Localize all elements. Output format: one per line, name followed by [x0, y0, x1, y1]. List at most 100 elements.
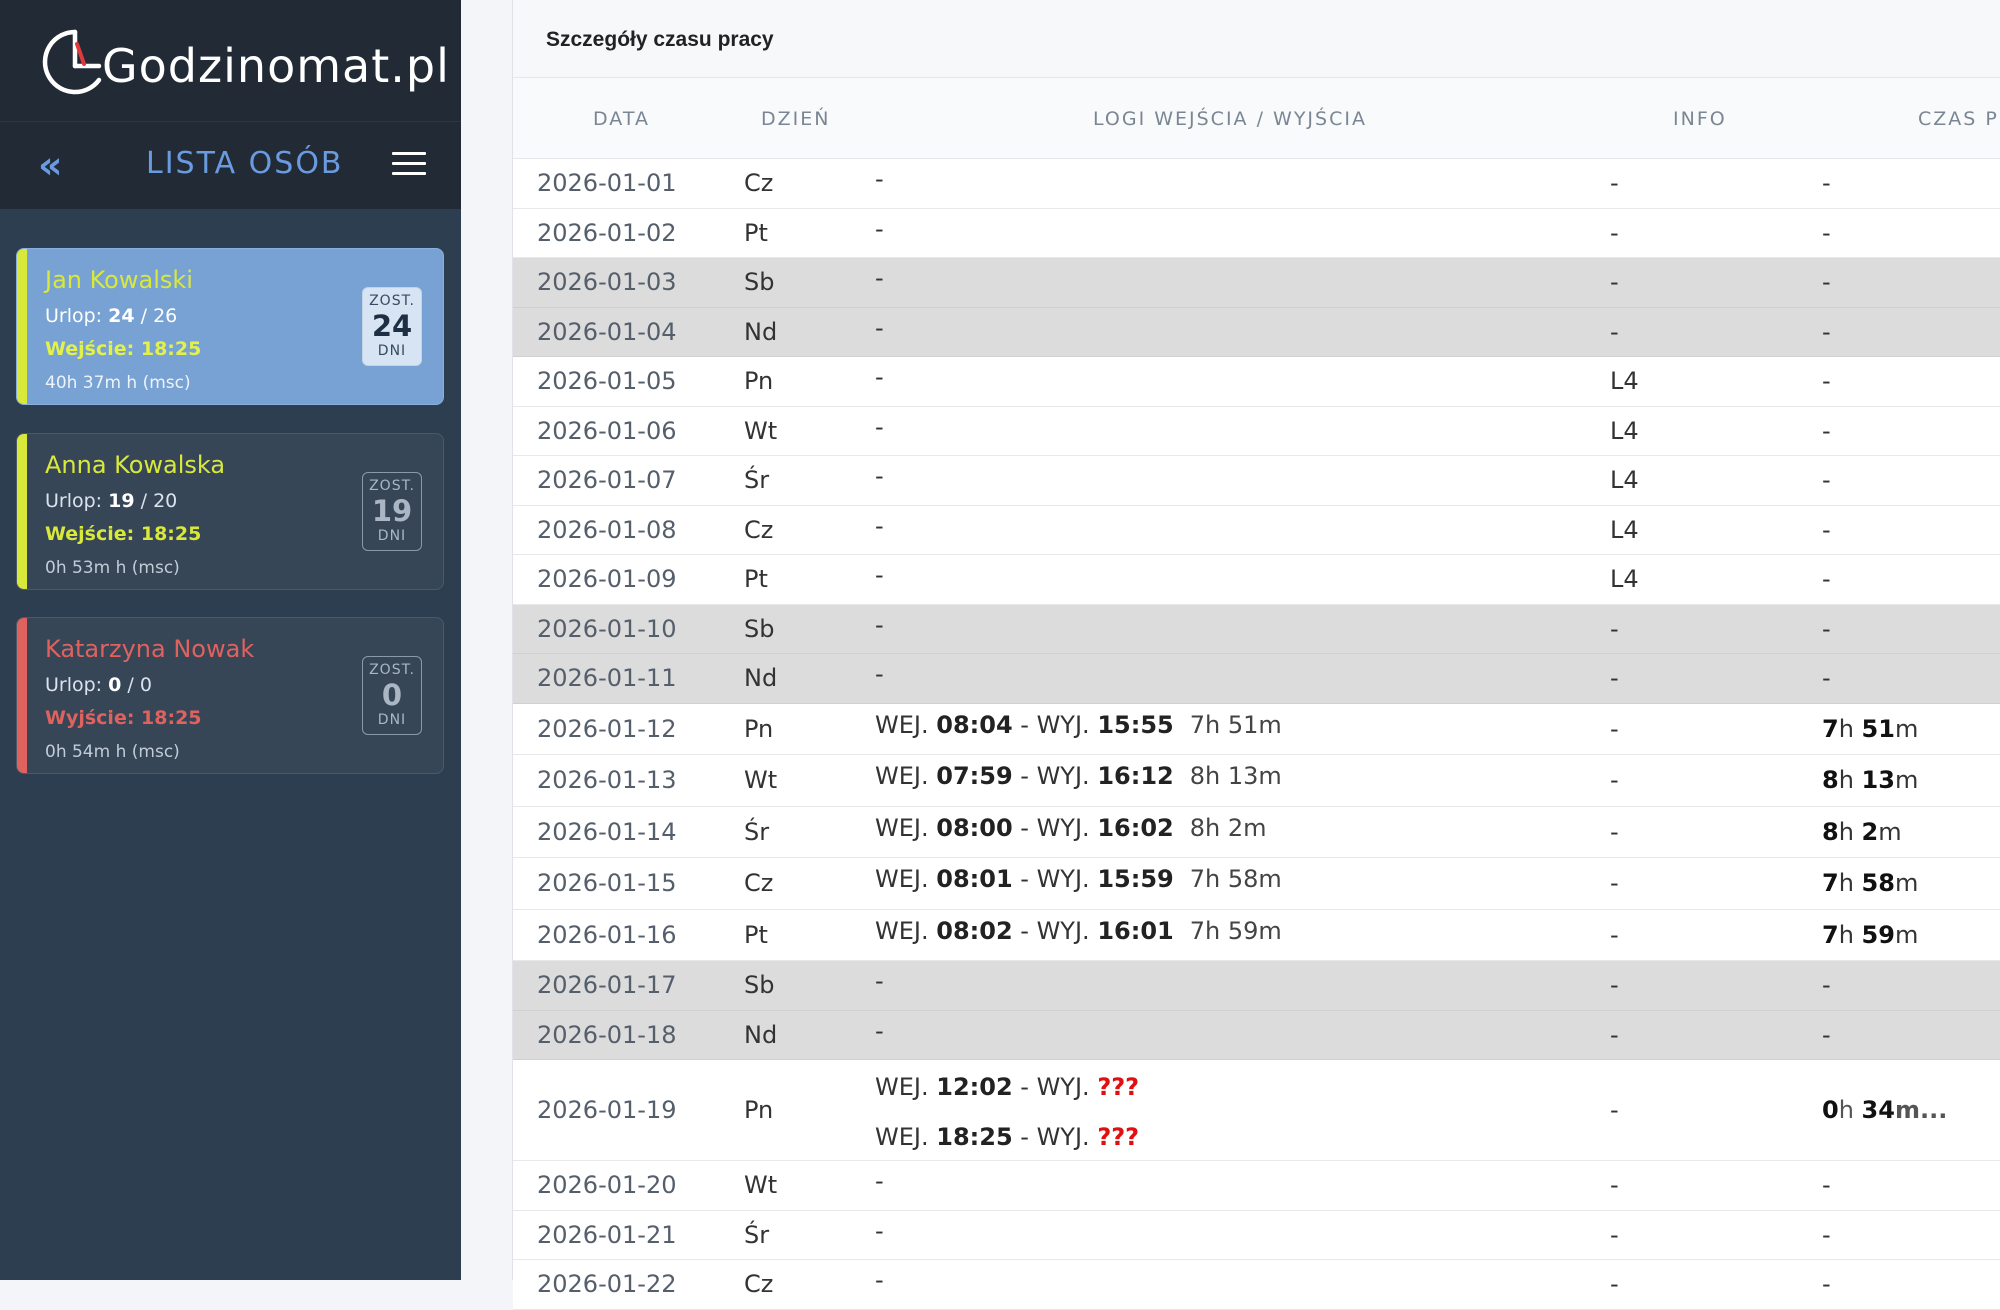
- row-work-time: -: [1822, 1020, 1831, 1049]
- table-row[interactable]: 2026-01-01 Cz - - -: [513, 159, 2000, 209]
- minutes-value: 51: [1861, 714, 1895, 743]
- log-entry: WEJ. 07:59 - WYJ. 16:12 8h 13m: [875, 761, 1282, 791]
- badge-label: ZOST.: [369, 662, 415, 678]
- row-logs: -: [875, 412, 884, 441]
- people-list-title: LISTA OSÓB: [146, 146, 344, 181]
- row-date: 2026-01-04: [537, 317, 677, 346]
- row-day: Śr: [744, 817, 770, 846]
- row-work-time: -: [1822, 515, 1831, 544]
- column-header-date[interactable]: DATA: [593, 106, 650, 132]
- column-header-info[interactable]: INFO: [1673, 106, 1727, 132]
- column-header-logs[interactable]: LOGI WEJŚCIA / WYJŚCIA: [1093, 106, 1367, 132]
- row-logs: -: [875, 1016, 884, 1045]
- person-card[interactable]: Jan Kowalski Urlop: 24 / 26 Wejście: 18:25…: [16, 248, 444, 405]
- table-row[interactable]: 2026-01-14 Śr WEJ. 08:00 - WYJ. 16:02 8h 2m…: [513, 806, 2000, 858]
- remaining-days-badge: ZOST. 19 DNI: [362, 472, 422, 551]
- missing-exit: ???: [1097, 1073, 1140, 1101]
- out-time: 16:12: [1097, 762, 1174, 791]
- table-row[interactable]: 2026-01-19 Pn WEJ. 12:02 - WYJ. ??? WEJ. 18…: [513, 1060, 2000, 1161]
- row-date: 2026-01-18: [537, 1020, 677, 1049]
- table-row[interactable]: 2026-01-13 Wt WEJ. 07:59 - WYJ. 16:12 8h 13…: [513, 755, 2000, 807]
- out-time: 16:02: [1097, 813, 1174, 842]
- badge-unit: DNI: [377, 343, 407, 359]
- hours-value: 8: [1822, 817, 1839, 846]
- time-suffix: m...: [1894, 1096, 1948, 1124]
- hours-value: 0: [1822, 1096, 1839, 1124]
- person-card[interactable]: Katarzyna Nowak Urlop: 0 / 0 Wyjście: 18:2…: [16, 617, 444, 774]
- row-day: Sb: [744, 268, 775, 297]
- row-logs: WEJ. 12:02 - WYJ. ??? WEJ. 18:25 - WYJ. ?…: [875, 1062, 1139, 1162]
- leave-total: / 26: [140, 305, 178, 327]
- row-date: 2026-01-13: [537, 766, 677, 795]
- out-label: WYJ.: [1036, 762, 1090, 791]
- in-label: WEJ.: [875, 916, 929, 945]
- person-card[interactable]: Anna Kowalska Urlop: 19 / 20 Wejście: 18:2…: [16, 433, 444, 590]
- row-date: 2026-01-19: [537, 1096, 677, 1124]
- table-row[interactable]: 2026-01-18 Nd - - -: [513, 1010, 2000, 1060]
- sidebar: Godzinomat.pl « LISTA OSÓB Jan Kowalski U…: [0, 0, 461, 1280]
- row-info: -: [1610, 1096, 1619, 1124]
- badge-count: 24: [371, 309, 413, 343]
- table-row[interactable]: 2026-01-17 Sb - - -: [513, 961, 2000, 1011]
- table-row[interactable]: 2026-01-22 Cz - - -: [513, 1260, 2000, 1310]
- row-date: 2026-01-15: [537, 869, 677, 898]
- row-info: -: [1610, 714, 1619, 743]
- log-entry: WEJ. 08:00 - WYJ. 16:02 8h 2m: [875, 813, 1267, 843]
- table-row[interactable]: 2026-01-09 Pt - L4 -: [513, 555, 2000, 605]
- row-day: Sb: [744, 614, 775, 643]
- row-day: Pt: [744, 920, 768, 949]
- leave-label: Urlop:: [45, 305, 103, 327]
- badge-count: 0: [381, 678, 403, 712]
- row-day: Pn: [744, 1096, 774, 1124]
- row-date: 2026-01-16: [537, 920, 677, 949]
- table-row[interactable]: 2026-01-08 Cz - L4 -: [513, 505, 2000, 555]
- panel-title: Szczegóły czasu pracy: [546, 28, 774, 51]
- table-row[interactable]: 2026-01-21 Śr - - -: [513, 1210, 2000, 1260]
- row-logs: WEJ. 08:02 - WYJ. 16:01 7h 59m: [875, 916, 1282, 946]
- in-time: 07:59: [936, 762, 1013, 791]
- table-row[interactable]: 2026-01-16 Pt WEJ. 08:02 - WYJ. 16:01 7h 59…: [513, 909, 2000, 961]
- row-work-time: -: [1822, 416, 1831, 445]
- table-row[interactable]: 2026-01-15 Cz WEJ. 08:01 - WYJ. 15:59 7h 58…: [513, 858, 2000, 910]
- leave-summary: Urlop: 0 / 0: [45, 671, 152, 699]
- row-logs: WEJ. 08:01 - WYJ. 15:59 7h 58m: [875, 864, 1282, 894]
- row-logs: -: [875, 363, 884, 392]
- table-row[interactable]: 2026-01-05 Pn - L4 -: [513, 357, 2000, 407]
- table-row[interactable]: 2026-01-03 Sb - - -: [513, 258, 2000, 308]
- out-label: WYJ.: [1036, 813, 1090, 842]
- table-row[interactable]: 2026-01-06 Wt - L4 -: [513, 406, 2000, 456]
- out-time: 16:01: [1097, 916, 1174, 945]
- table-row[interactable]: 2026-01-20 Wt - - -: [513, 1161, 2000, 1211]
- table-row[interactable]: 2026-01-12 Pn WEJ. 08:04 - WYJ. 15:55 7h 51…: [513, 703, 2000, 755]
- row-work-time: -: [1822, 169, 1831, 198]
- separator: -: [1012, 916, 1037, 945]
- row-info: L4: [1610, 367, 1639, 396]
- person-name: Jan Kowalski: [45, 266, 193, 294]
- row-day: Pn: [744, 367, 774, 396]
- table-row[interactable]: 2026-01-04 Nd - - -: [513, 307, 2000, 357]
- monthly-hours: 40h 37m h (msc): [45, 373, 191, 393]
- row-date: 2026-01-12: [537, 714, 677, 743]
- column-header-day[interactable]: DZIEŃ: [761, 106, 830, 132]
- hours-value: 7: [1822, 714, 1839, 743]
- table-row[interactable]: 2026-01-11 Nd - - -: [513, 654, 2000, 704]
- column-header-time[interactable]: CZAS PR: [1918, 106, 2000, 132]
- row-logs: WEJ. 08:00 - WYJ. 16:02 8h 2m: [875, 813, 1267, 843]
- separator: -: [1012, 865, 1037, 894]
- in-label: WEJ.: [875, 1073, 929, 1101]
- table-row[interactable]: 2026-01-07 Śr - L4 -: [513, 456, 2000, 506]
- table-row[interactable]: 2026-01-10 Sb - - -: [513, 604, 2000, 654]
- log-entry: WEJ. 08:04 - WYJ. 15:55 7h 51m: [875, 710, 1282, 740]
- hamburger-menu-icon[interactable]: [392, 148, 428, 180]
- row-day: Śr: [744, 1220, 770, 1249]
- table-row[interactable]: 2026-01-02 Pt - - -: [513, 208, 2000, 258]
- row-work-time: 8h 2m: [1822, 817, 1902, 846]
- row-info: -: [1610, 1220, 1619, 1249]
- row-work-time: 7h 59m: [1822, 920, 1919, 949]
- out-label: WYJ.: [1036, 1123, 1090, 1151]
- log-duration: 8h 2m: [1189, 813, 1267, 842]
- minutes-value: 34: [1861, 1096, 1895, 1124]
- row-info: L4: [1610, 565, 1639, 594]
- hours-value: 7: [1822, 920, 1839, 949]
- collapse-sidebar-button[interactable]: «: [38, 142, 72, 188]
